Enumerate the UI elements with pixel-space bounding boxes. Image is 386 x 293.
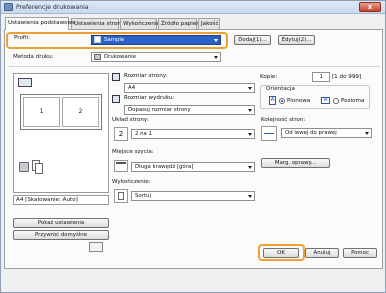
printer-device-icon	[19, 162, 29, 172]
paper-stack-icon	[35, 163, 43, 174]
page-size-value: A4	[128, 85, 136, 91]
page-size-icon	[112, 73, 120, 81]
finishing-value: Sortuj	[135, 193, 151, 199]
chevron-down-icon	[214, 56, 218, 59]
page-order-label: Kolejność stron:	[261, 117, 306, 123]
binding-select[interactable]: Długa krawędź [góra]	[131, 162, 255, 172]
binding-margin-button[interactable]: Marg. oprawy...	[261, 158, 330, 168]
layout-icon: 2	[114, 127, 128, 141]
finishing-select[interactable]: Sortuj	[131, 191, 255, 201]
profile-value: Sample	[104, 37, 125, 43]
copies-spinner[interactable]: 1	[312, 72, 330, 82]
portrait-radio[interactable]	[279, 98, 285, 104]
profile-icon	[94, 36, 101, 43]
preview-mode-icon[interactable]	[18, 78, 32, 87]
chevron-down-icon	[248, 166, 252, 169]
binding-icon	[114, 160, 128, 172]
output-size-select[interactable]: Dopasuj rozmiar strony	[124, 105, 255, 115]
close-window-button[interactable]: x	[359, 2, 381, 12]
restore-defaults-button[interactable]: Przywróć domyślne	[13, 230, 109, 240]
profile-select[interactable]: Sample	[91, 35, 221, 45]
add-profile-button[interactable]: Dodaj(1)...	[234, 35, 271, 45]
preview-page-1: 1	[23, 97, 60, 127]
tab-quality[interactable]: Jakość	[198, 18, 220, 29]
title-bar: Preferencje drukowania x	[1, 1, 385, 14]
chevron-down-icon	[248, 87, 252, 90]
orientation-group: Orientacja A Pionowa A Pozioma	[260, 85, 370, 109]
printer-app-icon	[4, 3, 13, 11]
layout-select[interactable]: 2 na 1	[131, 129, 255, 139]
finishing-label: Wykończenie:	[112, 179, 151, 185]
page-size-label: Rozmiar strony:	[124, 73, 168, 79]
binding-value: Długa krawędź [góra]	[135, 164, 194, 170]
sort-icon	[114, 189, 128, 203]
page-order-value: Od lewej do prawej	[285, 130, 337, 136]
chevron-down-icon	[365, 132, 369, 135]
show-settings-button[interactable]: Pokaż ustawienia	[13, 218, 109, 228]
copies-range: [1 do 999]	[332, 74, 362, 80]
cancel-button[interactable]: Anuluj	[305, 248, 339, 258]
preview-sheet: 1 2	[20, 94, 102, 130]
page-order-select[interactable]: Od lewej do prawej	[281, 128, 372, 138]
print-method-value: Drukowanie	[104, 54, 136, 60]
copies-value: 1	[319, 74, 323, 80]
output-size-label: Rozmiar wydruku:	[124, 95, 175, 101]
print-method-select[interactable]: Drukowanie	[91, 52, 221, 62]
help-button[interactable]: Pomoc	[343, 248, 377, 258]
binding-label: Miejsce szycia:	[112, 149, 154, 155]
profile-label: Profil:	[14, 35, 30, 41]
divider	[9, 66, 380, 67]
tab-paper-source[interactable]: Źródło papieru	[158, 18, 202, 29]
portrait-icon: A	[269, 96, 276, 105]
chevron-down-icon	[214, 39, 218, 42]
printer-icon	[94, 54, 101, 60]
landscape-label: Pozioma	[341, 98, 365, 104]
preview-pane: 1 2	[13, 73, 109, 193]
ok-button[interactable]: OK	[263, 248, 299, 258]
chevron-down-icon	[248, 195, 252, 198]
tab-basic-settings[interactable]: Ustawienia podstawowe	[5, 17, 76, 30]
window-title: Preferencje drukowania	[16, 3, 89, 11]
print-preferences-window: Preferencje drukowania x Ustawienia pods…	[0, 0, 386, 293]
edit-profile-button[interactable]: Edytuj(2)...	[278, 35, 315, 45]
page-order-arrow-icon	[261, 126, 277, 141]
chevron-down-icon	[248, 133, 252, 136]
landscape-icon: A	[321, 97, 330, 104]
portrait-label: Pionowa	[287, 98, 311, 104]
layout-label: Układ strony:	[112, 117, 149, 123]
landscape-radio[interactable]	[333, 98, 339, 104]
info-icon[interactable]	[89, 242, 103, 252]
tab-page-setup[interactable]: Ustawienia strony	[71, 18, 124, 29]
tab-finishing[interactable]: Wykończenie	[120, 18, 160, 29]
copies-label: Kopie:	[260, 74, 278, 80]
basic-settings-panel: Profil: Sample Dodaj(1)... Edytuj(2)... …	[4, 29, 383, 269]
layout-value: 2 na 1	[135, 131, 153, 137]
chevron-down-icon	[248, 109, 252, 112]
output-size-value: Dopasuj rozmiar strony	[128, 107, 191, 113]
preview-status: A4 [Skalowanie: Auto]	[13, 195, 109, 205]
preview-page-2: 2	[62, 97, 99, 127]
output-size-icon	[112, 95, 120, 103]
orientation-label: Orientacja	[266, 86, 295, 92]
print-method-label: Metoda druku:	[13, 54, 54, 60]
page-size-select[interactable]: A4	[124, 83, 255, 93]
